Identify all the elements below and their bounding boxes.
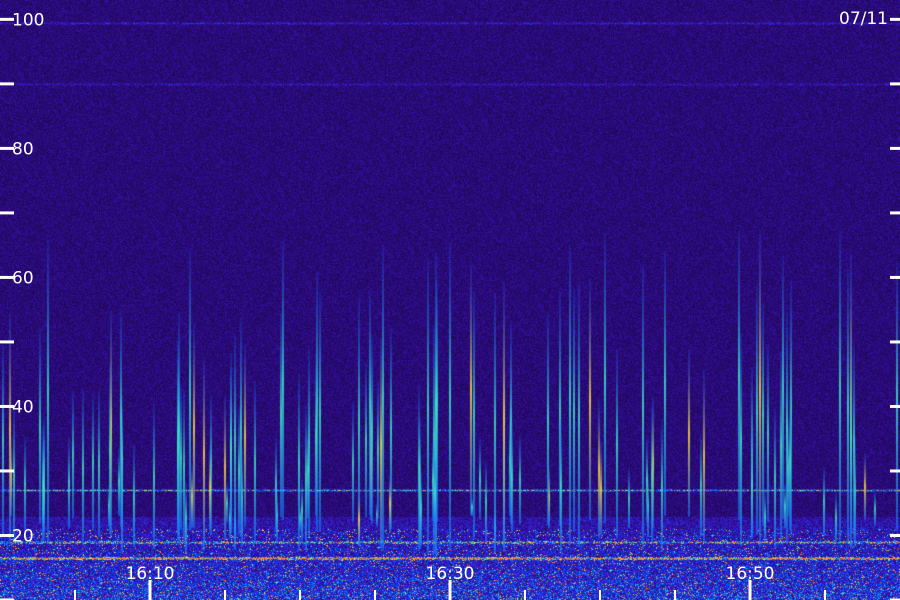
y-tick-right	[890, 17, 900, 21]
x-minor-tick	[524, 590, 526, 600]
x-tick-label: 16:50	[726, 564, 775, 584]
y-tick-right	[890, 533, 900, 537]
x-axis: 16:10 16:30 16:50	[74, 564, 826, 600]
date-label: 07/11	[839, 9, 888, 29]
y-tick-right	[890, 211, 900, 215]
x-minor-tick	[374, 590, 376, 600]
y-tick-label: 40	[12, 397, 34, 417]
x-minor-tick	[224, 590, 226, 600]
y-tick-label: 60	[12, 268, 34, 288]
x-minor-tick	[74, 590, 76, 600]
y-tick-left	[0, 211, 14, 215]
x-minor-tick	[599, 590, 601, 600]
x-tick-label: 16:30	[426, 564, 475, 584]
y-tick-right	[890, 404, 900, 408]
y-tick-label: 80	[12, 139, 34, 159]
y-tick-left	[0, 82, 14, 86]
x-minor-tick	[299, 590, 301, 600]
axis-overlay: 20 40 60 80 100 16:10 16:30 16:50 07/11	[0, 9, 900, 600]
y-tick-right	[890, 469, 900, 473]
y-tick-label: 20	[12, 526, 34, 546]
x-minor-tick	[674, 590, 676, 600]
y-tick-right	[890, 82, 900, 86]
y-axis-right	[890, 17, 900, 600]
y-tick-right	[890, 146, 900, 150]
y-tick-label: 100	[12, 10, 44, 30]
x-tick-label: 16:10	[126, 564, 175, 584]
y-axis-left: 20 40 60 80 100	[0, 10, 44, 600]
y-tick-right	[890, 275, 900, 279]
y-tick-left	[0, 340, 14, 344]
x-minor-tick	[824, 590, 826, 600]
y-tick-right	[890, 340, 900, 344]
y-tick-left	[0, 469, 14, 473]
